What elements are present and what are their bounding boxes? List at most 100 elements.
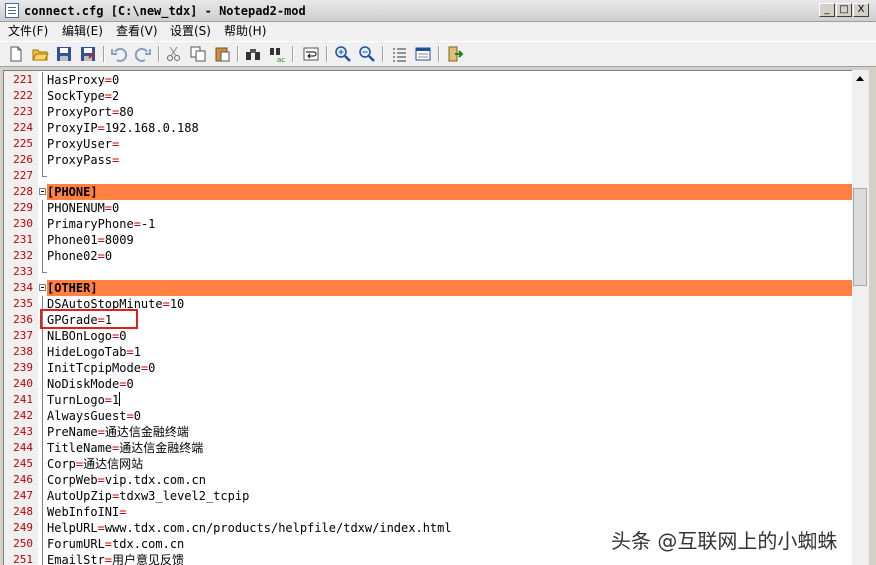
code-line[interactable]: 224 ProxyIP=192.168.0.188 (4, 120, 852, 136)
vertical-scrollbar[interactable] (852, 70, 869, 565)
equals-sign: = (97, 521, 105, 535)
zoom-in-icon[interactable] (334, 45, 352, 63)
code-line[interactable]: 226 ProxyPass= (4, 152, 852, 168)
equals-sign: = (97, 121, 105, 135)
fold-collapse-icon[interactable] (39, 188, 46, 195)
code-line[interactable]: 248 WebInfoINI= (4, 504, 852, 520)
toolbar: ac (0, 41, 876, 67)
config-key: TitleName (47, 441, 113, 455)
line-number: 251 (13, 553, 33, 565)
fold-end-marker (42, 168, 47, 177)
section-name: [OTHER] (47, 281, 98, 295)
line-text: CorpWeb=vip.tdx.com.cn (47, 472, 206, 488)
config-value: 通达信金融终端 (119, 441, 204, 455)
code-line[interactable]: 239 InitTcpipMode=0 (4, 360, 852, 376)
code-line[interactable]: 233 (4, 264, 852, 280)
code-line[interactable]: 237 NLBOnLogo=0 (4, 328, 852, 344)
copy-icon[interactable] (189, 45, 207, 63)
code-line[interactable]: 240 NoDiskMode=0 (4, 376, 852, 392)
section-name: [PHONE] (47, 185, 98, 199)
code-line[interactable]: 241 TurnLogo=1 (4, 392, 852, 408)
fold-guide-line (42, 136, 43, 152)
watermark-text: 头条 @互联网上的小蜘蛛 (611, 529, 838, 553)
config-key: AlwaysGuest (47, 409, 127, 423)
fold-guide-line (42, 488, 43, 504)
section-header-line[interactable]: 228 [PHONE] (4, 184, 852, 200)
paste-icon[interactable] (213, 45, 231, 63)
scheme-icon[interactable] (390, 45, 408, 63)
line-number: 244 (13, 441, 33, 454)
fold-guide-line (42, 408, 43, 424)
menu-help[interactable]: 帮助(H) (224, 24, 266, 39)
config-value: 0 (112, 73, 120, 87)
code-line[interactable]: 242 AlwaysGuest=0 (4, 408, 852, 424)
line-text: [OTHER] (47, 280, 98, 296)
line-number: 235 (13, 297, 33, 310)
section-header-line[interactable]: 234 [OTHER] (4, 280, 852, 296)
menu-view[interactable]: 查看(V) (116, 24, 158, 39)
line-text: AutoUpZip=tdxw3_level2_tcpip (47, 488, 249, 504)
code-line[interactable]: 245 Corp=通达信网站 (4, 456, 852, 472)
config-value: 通达信金融终端 (104, 425, 189, 439)
line-text: TurnLogo=1 (47, 392, 121, 408)
fold-guide-line (42, 472, 43, 488)
code-line[interactable]: 222 SockType=2 (4, 88, 852, 104)
new-file-icon[interactable] (7, 45, 25, 63)
config-key: TurnLogo (47, 393, 105, 407)
config-value: -1 (140, 217, 156, 231)
config-key: PrimaryPhone (47, 217, 134, 231)
code-line[interactable]: 229 PHONENUM=0 (4, 200, 852, 216)
menu-file[interactable]: 文件(F) (8, 24, 48, 39)
code-line[interactable]: 232 Phone02=0 (4, 248, 852, 264)
code-line[interactable]: 227 (4, 168, 852, 184)
scroll-up-arrow-icon[interactable] (852, 70, 869, 87)
menu-edit[interactable]: 编辑(E) (62, 24, 103, 39)
fold-guide-line (42, 504, 43, 520)
code-line[interactable]: 230 PrimaryPhone=-1 (4, 216, 852, 232)
save-icon[interactable] (55, 45, 73, 63)
code-line[interactable]: 246 CorpWeb=vip.tdx.com.cn (4, 472, 852, 488)
code-line[interactable]: 243 PreName=通达信金融终端 (4, 424, 852, 440)
maximize-button[interactable]: □ (836, 3, 852, 17)
code-line[interactable]: 247 AutoUpZip=tdxw3_level2_tcpip (4, 488, 852, 504)
line-text: Corp=通达信网站 (47, 456, 143, 472)
line-number: 226 (13, 153, 33, 166)
code-line[interactable]: 244 TitleName=通达信金融终端 (4, 440, 852, 456)
equals-sign: = (97, 249, 105, 263)
minimize-button[interactable]: _ (819, 3, 835, 17)
undo-icon[interactable] (110, 45, 128, 63)
menu-settings[interactable]: 设置(S) (170, 24, 211, 39)
title-bar[interactable]: connect.cfg [C:\new_tdx] - Notepad2-mod … (0, 0, 876, 22)
redo-icon[interactable] (134, 45, 152, 63)
code-line[interactable]: 221 HasProxy=0 (4, 72, 852, 88)
customize-icon[interactable] (414, 45, 432, 63)
line-number: 249 (13, 521, 33, 534)
zoom-out-icon[interactable] (358, 45, 376, 63)
line-number: 227 (13, 169, 33, 182)
fold-guide-line (42, 424, 43, 440)
line-text: NoDiskMode=0 (47, 376, 134, 392)
cut-icon[interactable] (165, 45, 183, 63)
word-wrap-icon[interactable] (302, 45, 320, 63)
save-as-icon[interactable] (79, 45, 97, 63)
code-line[interactable]: 238 HideLogoTab=1 (4, 344, 852, 360)
open-folder-icon[interactable] (31, 45, 49, 63)
line-number: 228 (13, 185, 33, 198)
config-value: 用户意见反馈 (112, 553, 185, 565)
notepad-app-icon[interactable] (5, 3, 19, 18)
replace-icon[interactable]: ac (268, 45, 286, 63)
code-line[interactable]: 225 ProxyUser= (4, 136, 852, 152)
exit-icon[interactable] (446, 45, 464, 63)
scrollbar-thumb[interactable] (853, 188, 867, 286)
close-button[interactable]: X (853, 3, 869, 17)
config-value: 2 (112, 89, 120, 103)
code-line[interactable]: 231 Phone01=8009 (4, 232, 852, 248)
fold-collapse-icon[interactable] (39, 284, 46, 291)
find-icon[interactable] (244, 45, 262, 63)
config-value: 192.168.0.188 (104, 121, 199, 135)
line-number: 247 (13, 489, 33, 502)
config-key: ProxyUser (47, 137, 113, 151)
code-line[interactable]: 223 ProxyPort=80 (4, 104, 852, 120)
line-number: 248 (13, 505, 33, 518)
line-number: 225 (13, 137, 33, 150)
